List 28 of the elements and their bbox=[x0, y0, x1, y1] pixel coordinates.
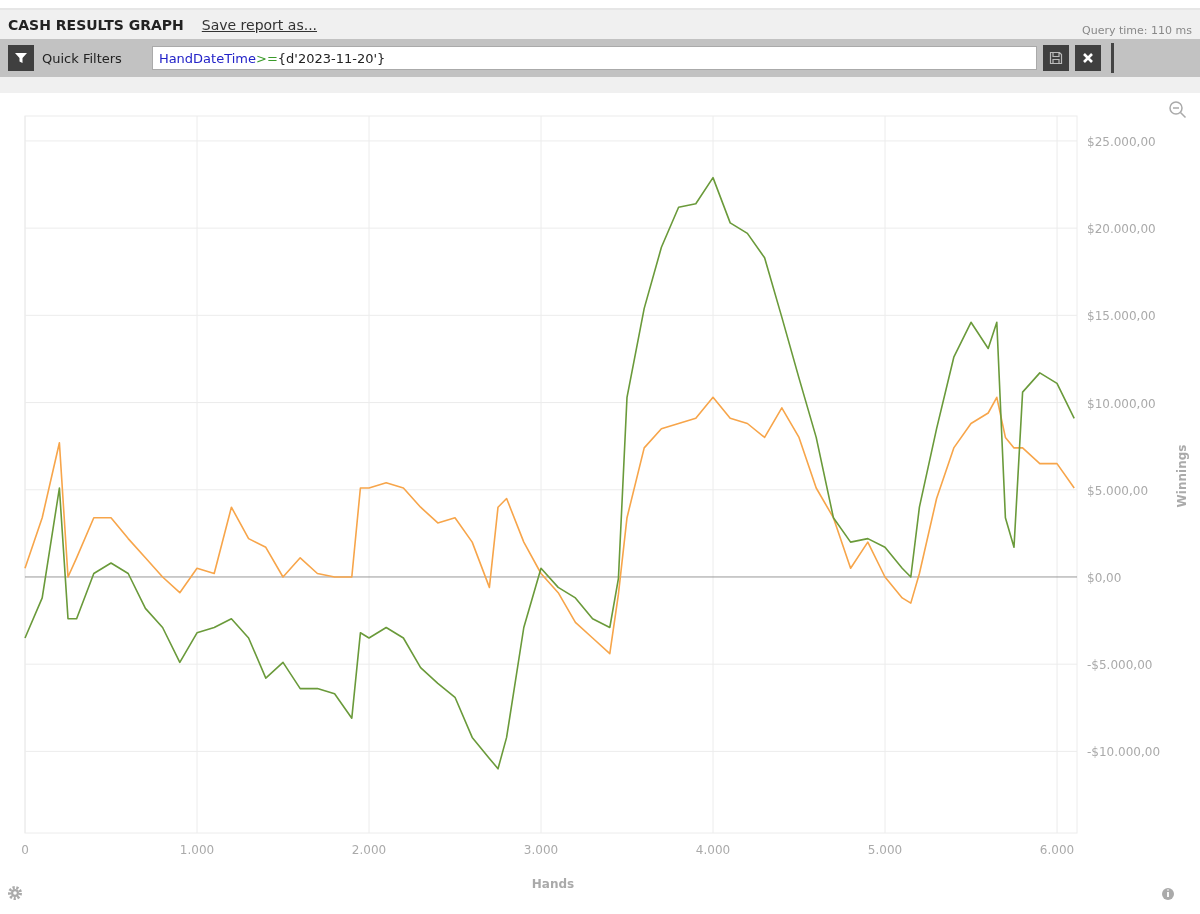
save-report-link[interactable]: Save report as... bbox=[201, 16, 318, 33]
y-tick-label: -$10.000,00 bbox=[1087, 745, 1161, 760]
y-tick-label: $15.000,00 bbox=[1087, 309, 1156, 324]
x-tick-label: 4.000 bbox=[695, 843, 731, 857]
save-icon bbox=[1048, 51, 1063, 65]
query-time: Query time: 110 ms bbox=[1082, 24, 1192, 39]
x-tick-label: 6.000 bbox=[1039, 843, 1075, 857]
y-tick-label: -$5.000,00 bbox=[1087, 658, 1153, 673]
x-tick-label: 1.000 bbox=[179, 843, 215, 857]
y-tick-label: $20.000,00 bbox=[1087, 222, 1156, 237]
y-tick-label: $5.000,00 bbox=[1087, 483, 1149, 498]
y-tick-label: $25.000,00 bbox=[1087, 134, 1156, 149]
x-tick-label: 3.000 bbox=[523, 843, 559, 857]
x-tick-label: 2.000 bbox=[351, 843, 387, 857]
y-tick-label: $0,00 bbox=[1087, 570, 1122, 585]
x-tick-label: 5.000 bbox=[867, 843, 903, 857]
quick-filters-label: Quick Filters bbox=[42, 50, 122, 66]
x-tick-label: 0 bbox=[21, 843, 29, 857]
save-filter-button[interactable] bbox=[1042, 45, 1069, 71]
filter-icon bbox=[14, 51, 28, 65]
x-axis-title: Hands bbox=[531, 877, 575, 891]
close-icon bbox=[1081, 52, 1094, 64]
clear-filter-button[interactable] bbox=[1074, 45, 1101, 71]
filter-button[interactable] bbox=[8, 45, 34, 71]
filter-input[interactable]: HandDateTime>={d'2023-11-20'} bbox=[151, 46, 1037, 70]
report-title: CASH RESULTS GRAPH bbox=[8, 16, 184, 33]
y-axis-title: Winnings bbox=[1175, 444, 1189, 508]
y-tick-label: $10.000,00 bbox=[1087, 396, 1156, 411]
